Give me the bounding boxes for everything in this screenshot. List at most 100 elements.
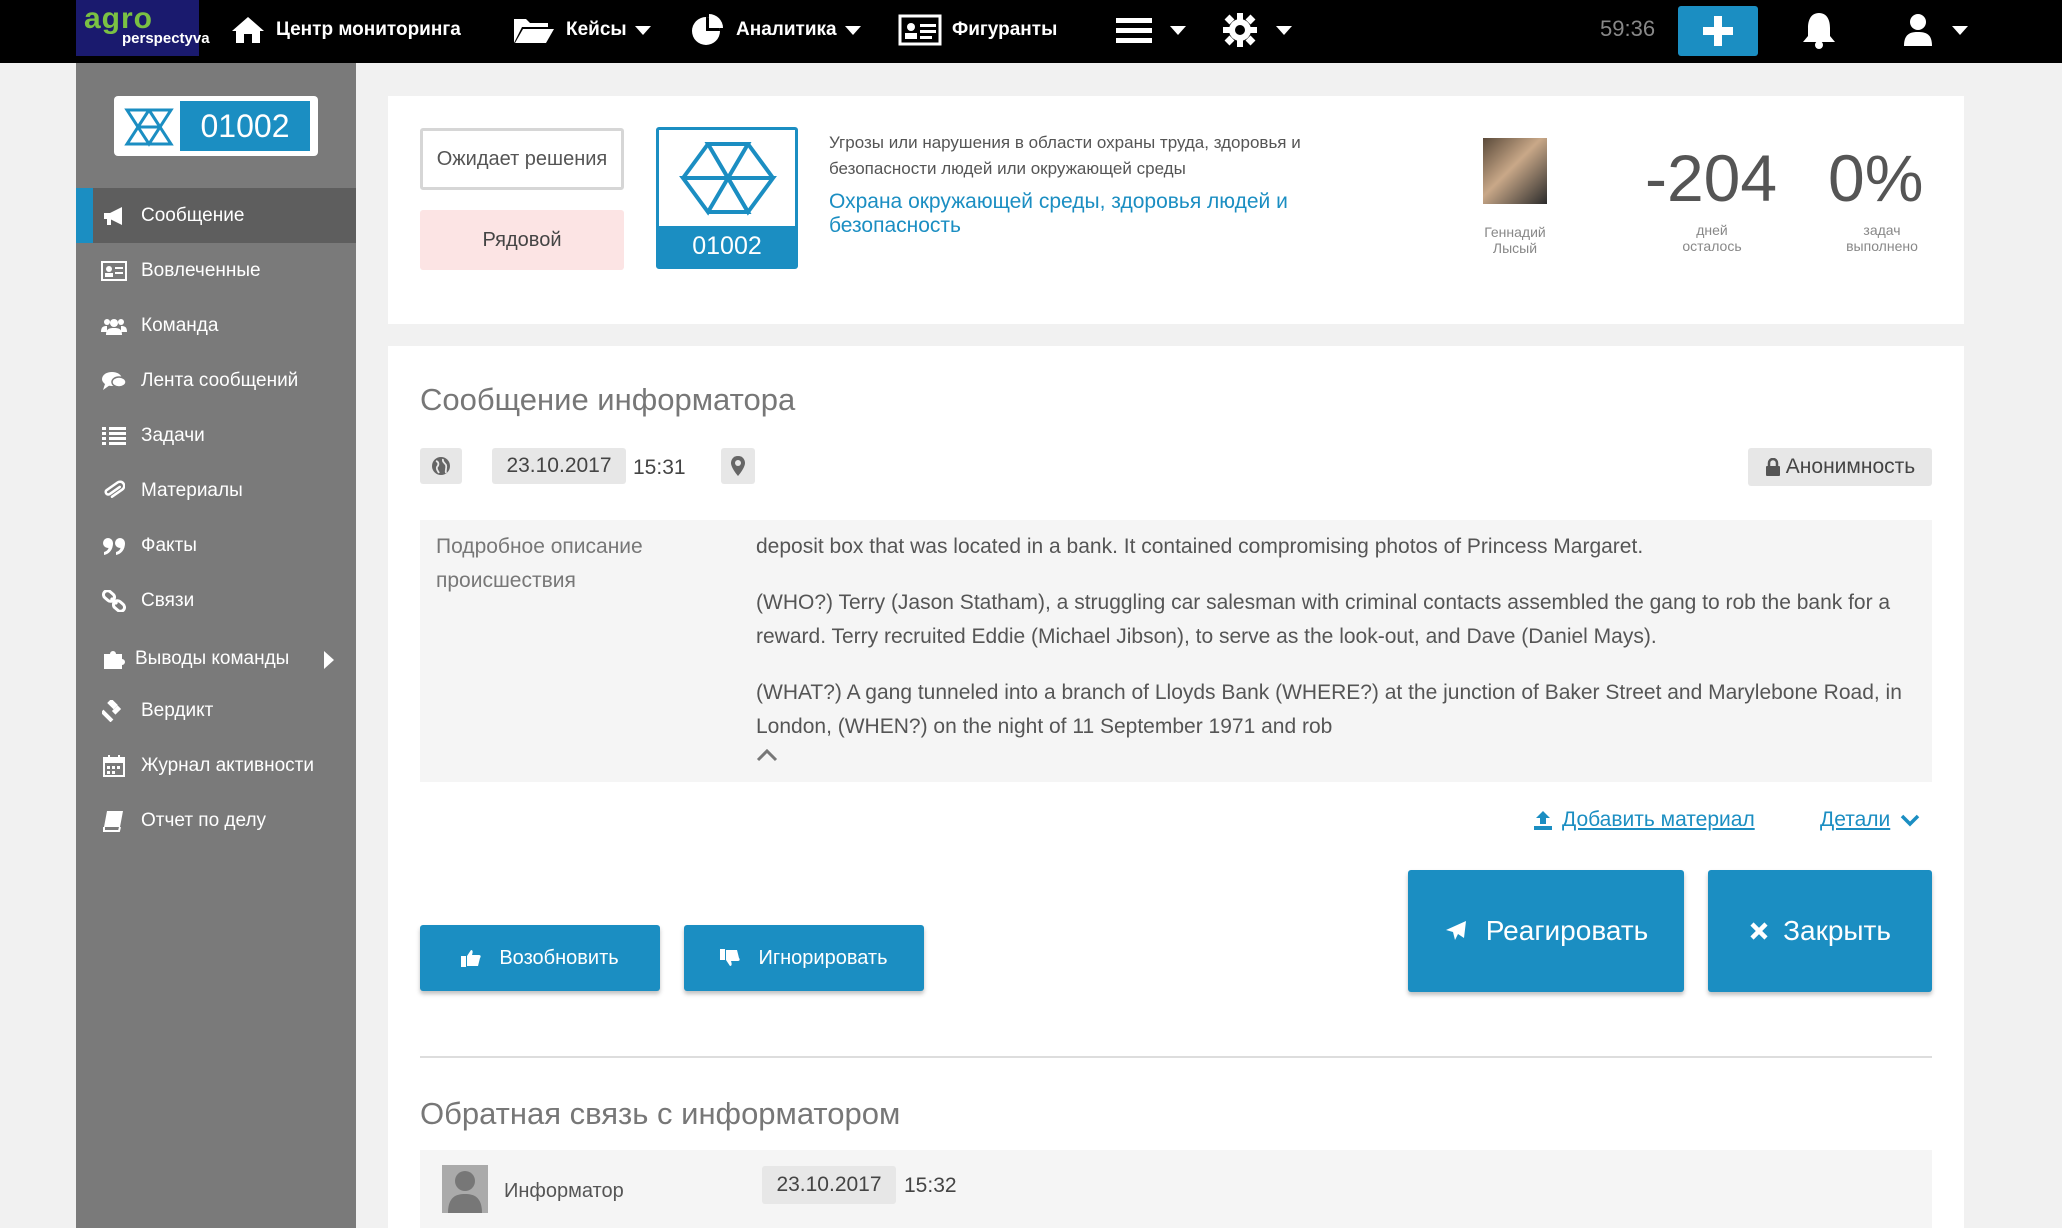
sidebar-item-team[interactable]: Команда	[76, 298, 356, 353]
details-link[interactable]: Детали	[1820, 808, 1920, 832]
megaphone-icon	[101, 205, 127, 227]
logo-text-bottom: perspectyva	[122, 30, 210, 47]
app-logo[interactable]: agro perspectyva	[76, 0, 210, 56]
tasks-done-value: 0%	[1828, 141, 1924, 215]
case-triangles-icon	[679, 142, 777, 216]
nav-label: Фигуранты	[952, 19, 1058, 40]
react-button[interactable]: Реагировать	[1408, 870, 1684, 992]
case-sidebar: 01002 Сообщение Вовлеченные Команда Лент…	[76, 63, 356, 1228]
react-label: Реагировать	[1485, 915, 1649, 946]
quote-icon	[101, 535, 127, 557]
sidebar-item-message[interactable]: Сообщение	[76, 188, 356, 243]
sidebar-item-involved[interactable]: Вовлеченные	[76, 243, 356, 298]
chevron-down-icon	[844, 25, 861, 35]
feedback-section-title: Обратная связь с информатором	[420, 1096, 901, 1131]
close-icon	[1750, 922, 1768, 940]
create-button[interactable]	[1678, 6, 1758, 56]
users-icon	[101, 315, 127, 337]
gear-icon	[1223, 13, 1257, 47]
feedback-entry: Информатор 23.10.2017 15:32	[420, 1150, 1932, 1228]
plane-icon	[1445, 921, 1466, 940]
sidebar-item-message-feed[interactable]: Лента сообщений	[76, 353, 356, 408]
notifications-button[interactable]	[1800, 0, 1848, 60]
menu-button[interactable]	[1116, 0, 1186, 60]
user-icon	[1904, 14, 1932, 46]
description-text: deposit box that was located in a bank. …	[756, 530, 1916, 766]
id-card-icon	[101, 260, 127, 282]
sidebar-item-links[interactable]: Связи	[76, 573, 356, 628]
category-link[interactable]: Охрана окружающей среды, здоровья людей …	[829, 190, 1389, 238]
link-icon	[101, 589, 127, 612]
feedback-date: 23.10.2017	[762, 1166, 896, 1204]
tasks-label-line2: выполнено	[1846, 238, 1918, 254]
close-case-button[interactable]: Закрыть	[1708, 870, 1932, 992]
nav-cases[interactable]: Кейсы	[512, 0, 651, 60]
ignore-label: Игнорировать	[758, 946, 888, 969]
sidebar-item-label: Факты	[141, 534, 197, 556]
gavel-icon	[101, 699, 127, 722]
anonymity-label: Анонимность	[1785, 455, 1916, 478]
paperclip-icon	[101, 480, 127, 502]
resume-button[interactable]: Возобновить	[420, 925, 660, 991]
sidebar-item-facts[interactable]: Факты	[76, 518, 356, 573]
case-status[interactable]: Ожидает решения	[420, 128, 624, 190]
sidebar-item-label: Выводы команды	[135, 647, 290, 669]
user-icon	[448, 1171, 482, 1213]
top-navbar: agro perspectyva Центр мониторинга Кейсы…	[0, 0, 2062, 63]
id-card-icon	[898, 14, 942, 46]
resume-label: Возобновить	[499, 946, 619, 969]
nav-persons[interactable]: Фигуранты	[898, 0, 1057, 60]
hamburger-icon	[1116, 18, 1152, 43]
days-left-label: дней осталось	[1660, 222, 1764, 254]
sidebar-item-label: Лента сообщений	[141, 369, 299, 391]
chevron-up-icon[interactable]	[756, 748, 778, 762]
owner-avatar[interactable]	[1483, 138, 1547, 204]
category-description: Угрозы или нарушения в области охраны тр…	[829, 133, 1301, 178]
sidebar-item-tasks[interactable]: Задачи	[76, 408, 356, 463]
sidebar-item-case-report[interactable]: Отчет по делу	[76, 793, 356, 848]
sidebar-item-label: Журнал активности	[141, 754, 314, 776]
sidebar-item-label: Материалы	[141, 479, 243, 501]
nav-monitoring-center[interactable]: Центр мониторинга	[230, 0, 461, 60]
sidebar-item-team-conclusions[interactable]: Выводы команды	[76, 631, 356, 686]
ignore-button[interactable]: Игнорировать	[684, 925, 924, 991]
puzzle-icon	[101, 648, 127, 670]
section-divider	[420, 1056, 1932, 1058]
settings-button[interactable]	[1222, 0, 1292, 60]
days-label-line1: дней	[1696, 222, 1728, 238]
add-material-label: Добавить материал	[1562, 808, 1755, 831]
sidebar-item-verdict[interactable]: Вердикт	[76, 683, 356, 738]
sidebar-item-label: Сообщение	[141, 204, 245, 226]
sidebar-item-activity-log[interactable]: Журнал активности	[76, 738, 356, 793]
globe-icon	[432, 457, 450, 475]
thumbs-down-icon	[720, 949, 741, 966]
thumbs-up-icon	[461, 950, 482, 967]
bell-icon	[1803, 13, 1835, 49]
sidebar-item-label: Вовлеченные	[141, 259, 261, 281]
tasks-done-label: задач выполнено	[1832, 222, 1932, 254]
nav-label: Центр мониторинга	[276, 19, 461, 40]
description-paragraph: deposit box that was located in a bank. …	[756, 535, 1644, 558]
anonymity-badge: Анонимность	[1748, 448, 1932, 486]
sidebar-item-materials[interactable]: Материалы	[76, 463, 356, 518]
chevron-down-icon	[1901, 814, 1920, 827]
details-label: Детали	[1820, 808, 1891, 831]
lock-icon	[1765, 458, 1780, 476]
add-material-link[interactable]: Добавить материал	[1532, 808, 1755, 832]
case-number: 01002	[180, 101, 310, 151]
folder-icon	[514, 19, 554, 43]
nav-analytics[interactable]: Аналитика	[690, 0, 861, 60]
location-button[interactable]	[721, 448, 755, 484]
case-rank[interactable]: Рядовой	[420, 210, 624, 270]
language-button[interactable]	[420, 448, 462, 484]
user-menu[interactable]	[1902, 0, 1968, 60]
message-date: 23.10.2017	[492, 448, 626, 484]
calendar-icon	[101, 754, 127, 777]
chevron-down-icon	[1276, 25, 1292, 35]
home-icon	[232, 17, 264, 43]
sidebar-item-label: Команда	[141, 314, 219, 336]
owner-name: Геннадий Лысый	[1460, 224, 1570, 256]
chevron-down-icon	[1170, 25, 1186, 35]
case-badge: 01002	[114, 96, 318, 156]
sidebar-item-label: Связи	[141, 589, 195, 611]
